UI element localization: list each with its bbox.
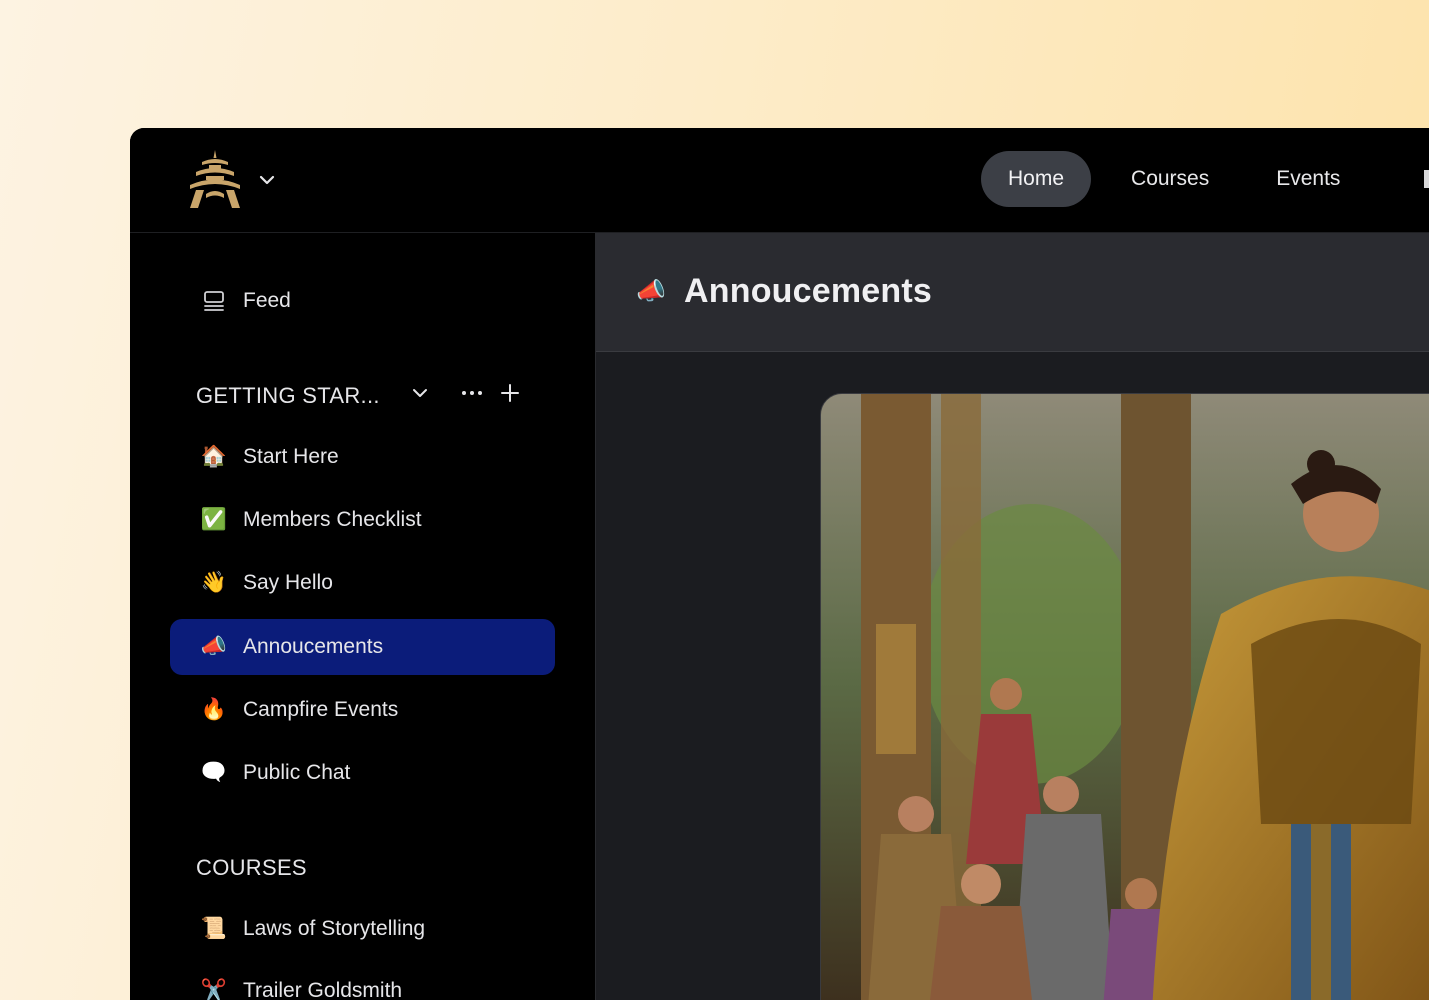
megaphone-icon: 📣 [636,278,666,305]
sidebar-item-label: Laws of Storytelling [243,917,426,940]
main-content: 📣 Annoucements [596,233,1429,1000]
sidebar-item-label: Annoucements [243,635,384,658]
main-nav: Home Courses Events [981,151,1380,207]
section-title-courses[interactable]: COURSES [196,855,307,881]
megaphone-icon: 📣 [200,635,228,658]
section-tools [410,383,520,403]
app-window: Home Courses Events Feed GETTING STAR... [130,128,1429,1000]
sidebar-item-label: Trailer Goldsmith [243,979,403,1000]
chevron-down-icon[interactable] [258,172,276,188]
sidebar-item-label: Members Checklist [243,508,422,531]
sidebar-item-members-checklist[interactable]: ✅ Members Checklist [170,492,555,548]
scissors-icon: ✂️ [200,979,228,1000]
feed-icon [200,289,228,313]
checkmark-icon: ✅ [200,508,228,531]
sidebar-item-public-chat[interactable]: 🗨️ Public Chat [170,745,555,801]
waving-hand-icon: 👋 [200,571,228,594]
sidebar: Feed GETTING STAR... 🏠 Start Here ✅ Memb… [130,233,596,1000]
scroll-icon: 📜 [200,917,228,940]
sidebar-item-laws-of-storytelling[interactable]: 📜 Laws of Storytelling [170,901,555,957]
sidebar-item-campfire-events[interactable]: 🔥 Campfire Events [170,682,555,738]
more-options-icon[interactable] [460,383,484,403]
sidebar-item-label: Feed [243,289,291,312]
hero-image[interactable] [820,393,1429,1000]
house-icon: 🏠 [200,445,228,468]
illustration-image [821,394,1429,1000]
page-title: Annoucements [684,272,932,310]
speech-bubble-icon: 🗨️ [200,761,228,784]
nav-home[interactable]: Home [981,151,1092,207]
sidebar-item-say-hello[interactable]: 👋 Say Hello [170,555,555,611]
nav-events[interactable]: Events [1249,151,1367,207]
sidebar-item-trailer-goldsmith[interactable]: ✂️ Trailer Goldsmith [170,963,555,1000]
fire-icon: 🔥 [200,698,228,721]
sidebar-item-label: Start Here [243,445,339,468]
nav-item-clipped[interactable] [1424,170,1429,188]
community-logo-icon[interactable] [188,150,242,210]
sidebar-item-feed[interactable]: Feed [170,273,555,329]
content-header: 📣 Annoucements [596,233,1429,352]
top-bar: Home Courses Events [130,128,1429,233]
sidebar-item-label: Campfire Events [243,698,399,721]
add-icon[interactable] [500,383,520,403]
sidebar-item-annoucements[interactable]: 📣 Annoucements [170,619,555,675]
sidebar-item-start-here[interactable]: 🏠 Start Here [170,429,555,485]
chevron-down-icon[interactable] [410,383,430,403]
section-title-getting-started[interactable]: GETTING STAR... [196,383,380,409]
nav-courses[interactable]: Courses [1104,151,1236,207]
sidebar-item-label: Public Chat [243,761,351,784]
sidebar-item-label: Say Hello [243,571,333,594]
